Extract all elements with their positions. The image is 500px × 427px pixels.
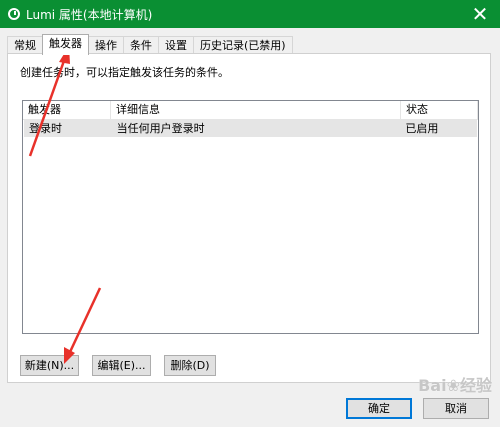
ok-button[interactable]: 确定 (346, 398, 412, 419)
properties-dialog: Lumi 属性(本地计算机) ✕ 常规 触发器 操作 条件 设置 历史记录(已禁… (0, 0, 500, 427)
column-header-details[interactable]: 详细信息 (111, 101, 401, 119)
triggers-list[interactable]: 触发器 详细信息 状态 登录时 当任何用户登录时 已启用 (22, 100, 479, 334)
panel-description: 创建任务时，可以指定触发该任务的条件。 (20, 66, 229, 79)
watermark-logo: Bai❀经验 (418, 376, 492, 395)
table-row[interactable]: 登录时 当任何用户登录时 已启用 (24, 120, 477, 137)
close-button[interactable]: ✕ (460, 0, 500, 28)
cell-status: 已启用 (405, 122, 439, 135)
column-header-trigger[interactable]: 触发器 (23, 101, 111, 119)
cell-trigger: 登录时 (29, 122, 62, 135)
delete-trigger-button[interactable]: 删除(D) (164, 355, 216, 376)
cancel-button[interactable]: 取消 (423, 398, 489, 419)
column-header-status[interactable]: 状态 (401, 101, 478, 119)
cell-details: 当任何用户登录时 (116, 122, 205, 135)
window-title: Lumi 属性(本地计算机) (26, 7, 153, 22)
new-trigger-button[interactable]: 新建(N)... (20, 355, 79, 376)
clock-icon (8, 8, 20, 20)
list-header: 触发器 详细信息 状态 (23, 101, 478, 120)
triggers-panel: 创建任务时，可以指定触发该任务的条件。 触发器 详细信息 状态 登录时 当任何用… (7, 53, 491, 383)
title-bar[interactable]: Lumi 属性(本地计算机) ✕ (0, 0, 500, 28)
edit-trigger-button[interactable]: 编辑(E)... (92, 355, 151, 376)
tab-triggers[interactable]: 触发器 (42, 34, 89, 55)
tab-strip: 常规 触发器 操作 条件 设置 历史记录(已禁用) (7, 34, 293, 55)
